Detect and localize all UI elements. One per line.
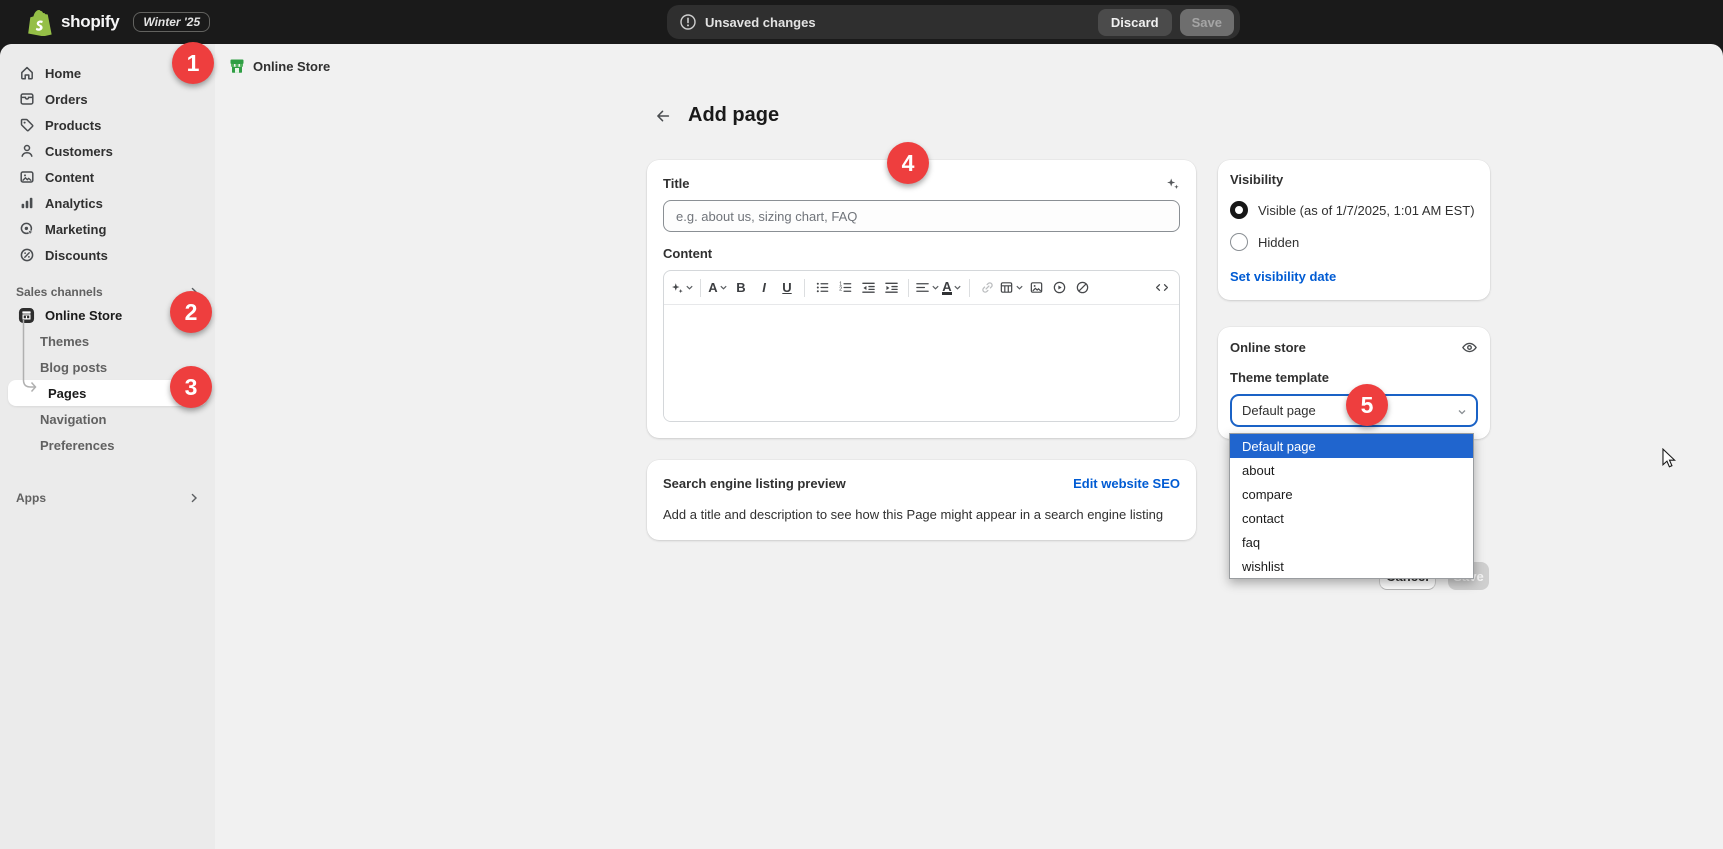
bold-button[interactable]: B xyxy=(730,276,752,300)
shopify-bag-icon xyxy=(28,9,53,36)
orders-icon xyxy=(18,91,35,107)
ai-sparkle-icon[interactable] xyxy=(1165,176,1180,191)
breadcrumb-label: Online Store xyxy=(253,59,330,74)
clear-formatting-button[interactable] xyxy=(1071,276,1093,300)
sidebar-item-themes[interactable]: Themes xyxy=(8,328,207,354)
visibility-heading: Visibility xyxy=(1230,172,1478,187)
sidebar-item-customers[interactable]: Customers xyxy=(8,138,207,164)
dropdown-option-wishlist[interactable]: wishlist xyxy=(1230,554,1473,578)
link-button[interactable] xyxy=(976,276,998,300)
annotation-badge-5: 5 xyxy=(1346,384,1388,426)
dropdown-option-contact[interactable]: contact xyxy=(1230,506,1473,530)
back-arrow-icon[interactable] xyxy=(652,105,674,127)
italic-button[interactable]: I xyxy=(753,276,775,300)
numbered-list-button[interactable]: 12 xyxy=(834,276,856,300)
visibility-card: Visibility Visible (as of 1/7/2025, 1:01… xyxy=(1218,160,1490,300)
text-color-button[interactable]: A xyxy=(941,276,963,300)
edit-website-seo-link[interactable]: Edit website SEO xyxy=(1073,476,1180,491)
dropdown-option-about[interactable]: about xyxy=(1230,458,1473,482)
tag-icon xyxy=(18,117,35,133)
image-button[interactable] xyxy=(1025,276,1047,300)
target-cursor-icon xyxy=(18,221,35,237)
hidden-option-label: Hidden xyxy=(1258,235,1299,250)
outdent-button[interactable] xyxy=(857,276,879,300)
dropdown-option-faq[interactable]: faq xyxy=(1230,530,1473,554)
seo-card-description: Add a title and description to see how t… xyxy=(663,507,1180,522)
home-icon xyxy=(18,65,35,81)
unsaved-changes-bar: Unsaved changes Discard Save xyxy=(667,5,1240,39)
svg-text:2: 2 xyxy=(839,286,842,292)
unsaved-changes-label: Unsaved changes xyxy=(705,15,816,30)
sidebar-item-content[interactable]: Content xyxy=(8,164,207,190)
sidebar-item-orders[interactable]: Orders xyxy=(8,86,207,112)
dropdown-option-default-page[interactable]: Default page xyxy=(1230,434,1473,458)
version-badge: Winter '25 xyxy=(133,12,210,32)
eye-icon[interactable] xyxy=(1461,339,1478,356)
annotation-badge-3: 3 xyxy=(170,366,212,408)
online-store-heading: Online store xyxy=(1230,340,1306,355)
discard-button[interactable]: Discard xyxy=(1098,9,1172,36)
select-value: Default page xyxy=(1242,403,1316,418)
page-details-card: Title Content A B xyxy=(647,160,1196,438)
app-frame: Home Orders Products Customers Content A… xyxy=(0,44,1723,849)
bullet-list-button[interactable] xyxy=(811,276,833,300)
title-field-label: Title xyxy=(663,176,690,194)
seo-card-heading: Search engine listing preview xyxy=(663,476,846,491)
brand-wordmark: shopify xyxy=(61,12,119,32)
ai-generate-button[interactable] xyxy=(670,276,694,300)
mouse-cursor xyxy=(1661,448,1676,469)
content-field-label: Content xyxy=(663,246,1180,264)
title-input[interactable] xyxy=(663,200,1180,232)
theme-template-label: Theme template xyxy=(1230,370,1478,388)
main-content: Online Store Add page Title Content xyxy=(215,44,1723,849)
text-style-button[interactable]: A xyxy=(707,276,729,300)
set-visibility-date-link[interactable]: Set visibility date xyxy=(1230,269,1336,284)
rich-text-editor: A B I U 12 xyxy=(663,270,1180,422)
sidebar-item-discounts[interactable]: Discounts xyxy=(8,242,207,268)
dropdown-option-compare[interactable]: compare xyxy=(1230,482,1473,506)
indent-button[interactable] xyxy=(880,276,902,300)
apps-header[interactable]: Apps xyxy=(0,488,215,508)
chevron-down-icon xyxy=(1457,407,1467,417)
discount-icon xyxy=(18,247,35,263)
underline-button[interactable]: U xyxy=(776,276,798,300)
sidebar-item-navigation[interactable]: Navigation xyxy=(8,406,207,432)
person-icon xyxy=(18,143,35,159)
chevron-right-icon xyxy=(189,493,199,503)
radio-unselected-icon[interactable] xyxy=(1230,233,1248,251)
radio-selected-icon[interactable] xyxy=(1230,201,1248,219)
theme-template-dropdown: Default page about compare contact faq w… xyxy=(1229,433,1474,579)
sidebar-item-products[interactable]: Products xyxy=(8,112,207,138)
media-icon xyxy=(18,169,35,185)
store-favicon xyxy=(228,57,246,75)
online-store-icon xyxy=(18,307,35,324)
sidebar-item-marketing[interactable]: Marketing xyxy=(8,216,207,242)
editor-toolbar: A B I U 12 xyxy=(664,271,1179,305)
page-title: Add page xyxy=(688,104,779,127)
breadcrumb[interactable]: Online Store xyxy=(228,54,330,78)
visibility-option-visible[interactable]: Visible (as of 1/7/2025, 1:01 AM EST) xyxy=(1230,201,1478,219)
seo-preview-card: Search engine listing preview Edit websi… xyxy=(647,460,1196,540)
save-button-topbar[interactable]: Save xyxy=(1180,9,1234,36)
annotation-badge-4: 4 xyxy=(887,142,929,184)
topbar: shopify Winter '25 Unsaved changes Disca… xyxy=(0,0,1723,44)
bar-chart-icon xyxy=(18,195,35,211)
table-button[interactable] xyxy=(999,276,1024,300)
annotation-badge-2: 2 xyxy=(170,291,212,333)
video-button[interactable] xyxy=(1048,276,1070,300)
visible-option-label: Visible (as of 1/7/2025, 1:01 AM EST) xyxy=(1258,203,1475,218)
visibility-option-hidden[interactable]: Hidden xyxy=(1230,233,1478,251)
shopify-admin-add-page: { "topbar": { "brand": "shopify", "badge… xyxy=(0,0,1723,849)
sidebar: Home Orders Products Customers Content A… xyxy=(0,44,215,849)
sidebar-item-analytics[interactable]: Analytics xyxy=(8,190,207,216)
code-view-button[interactable] xyxy=(1151,276,1173,300)
alert-icon xyxy=(679,13,697,31)
shopify-logo[interactable]: shopify Winter '25 xyxy=(28,0,210,44)
alignment-button[interactable] xyxy=(915,276,940,300)
annotation-badge-1: 1 xyxy=(172,42,214,84)
content-textarea[interactable] xyxy=(664,305,1179,421)
sidebar-item-preferences[interactable]: Preferences xyxy=(8,432,207,458)
